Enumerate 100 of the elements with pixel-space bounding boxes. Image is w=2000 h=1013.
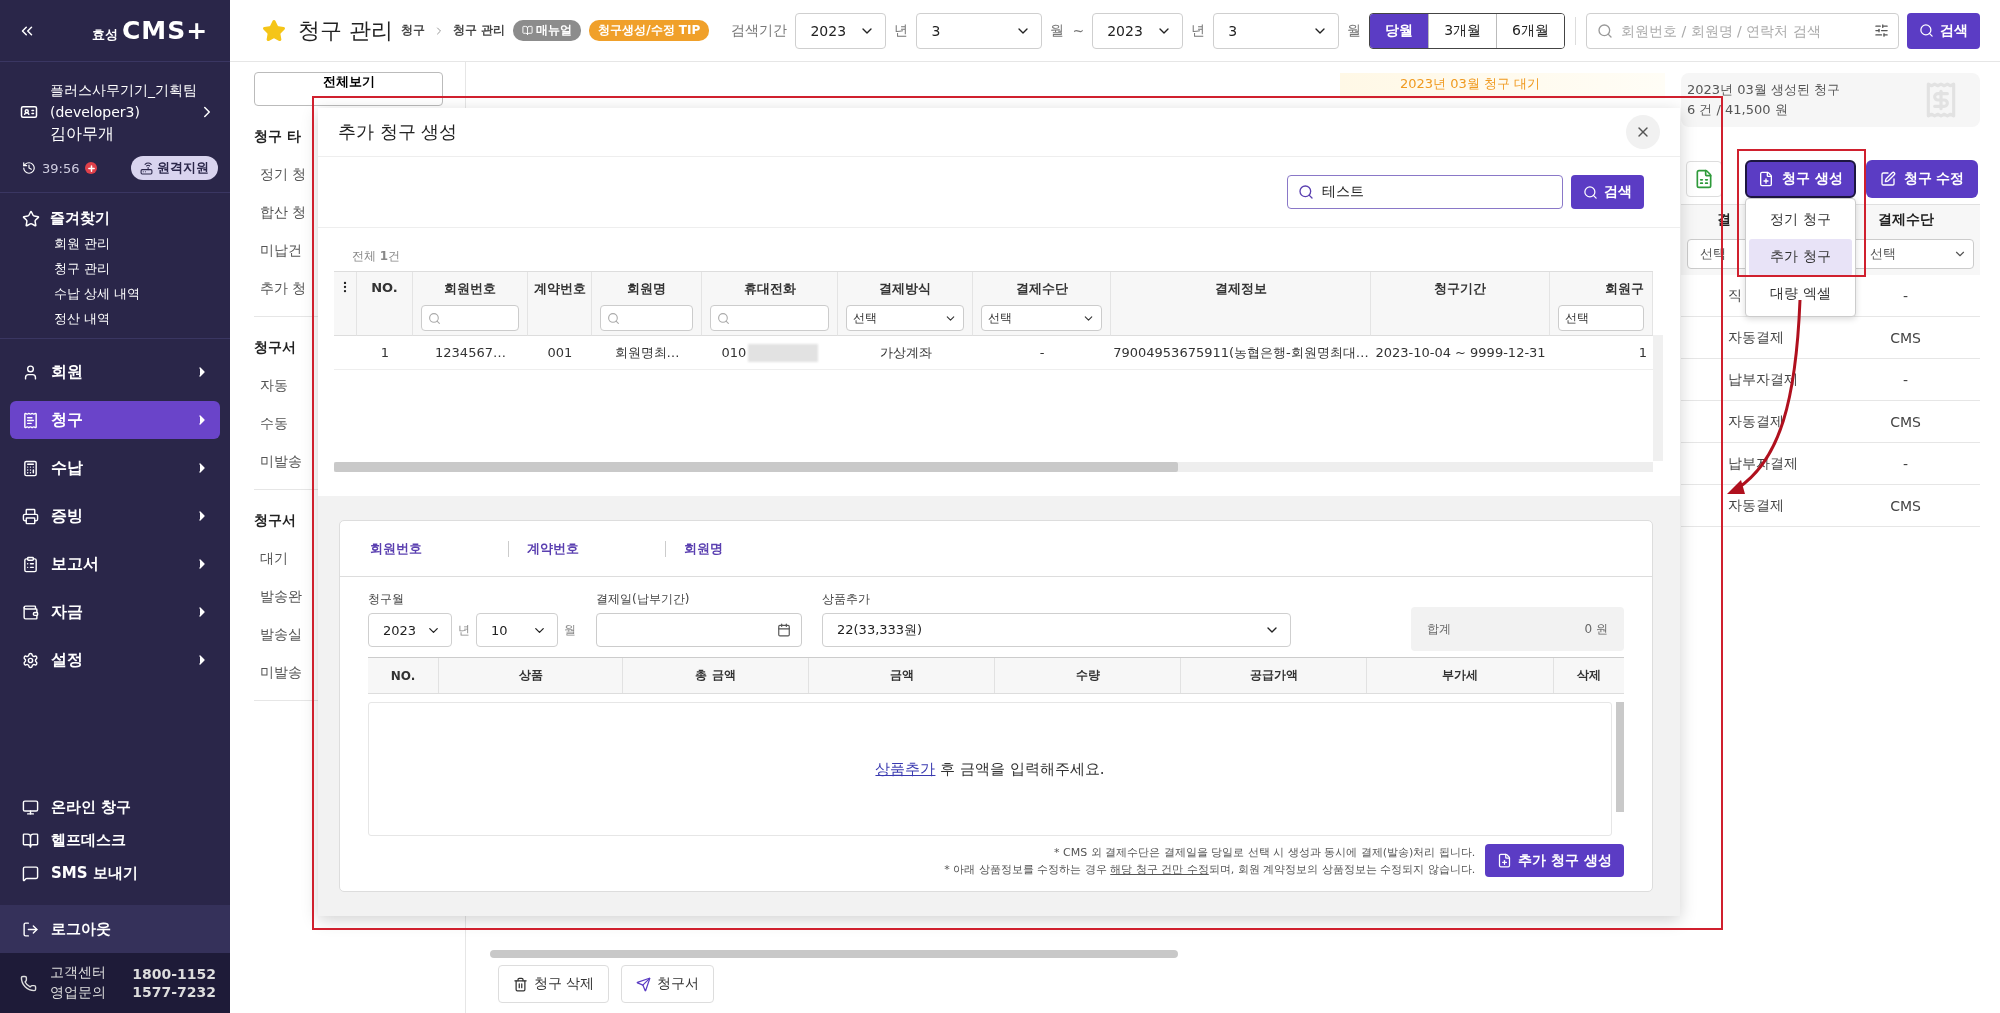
contact-number: 1800-1152: [132, 966, 216, 982]
scrollbar-thumb[interactable]: [490, 950, 1178, 958]
column-header: 금액: [809, 658, 995, 693]
column-title: 회원구: [1605, 280, 1644, 298]
menu-item[interactable]: 추가 청구: [1749, 238, 1852, 276]
nav-item[interactable]: 보고서: [10, 545, 220, 583]
sliders-icon[interactable]: [1874, 23, 1889, 38]
table-cell: CMS: [1831, 485, 1980, 527]
nav-item[interactable]: 회원: [10, 353, 220, 391]
filter-option[interactable]: 미발송: [260, 453, 302, 471]
user-name: 김아무개: [50, 124, 115, 144]
close-button[interactable]: [1626, 115, 1660, 150]
create-bill-button[interactable]: 추가 청구 생성: [1485, 844, 1624, 877]
scrollbar[interactable]: [1616, 702, 1624, 812]
filter-option[interactable]: 정기 청: [260, 166, 307, 184]
history-icon: [22, 161, 36, 175]
date-field[interactable]: [596, 613, 802, 647]
filter-option[interactable]: 미발송: [260, 664, 302, 682]
monitor-icon: [22, 799, 39, 816]
range-tab[interactable]: 당월: [1370, 13, 1429, 48]
book-icon: [522, 25, 534, 36]
unit-label: 월: [1347, 21, 1362, 40]
filter-field[interactable]: [710, 305, 829, 331]
sidebar-link[interactable]: 온라인 창구: [22, 798, 218, 817]
printer-icon: [22, 507, 39, 525]
table-cell: 010: [702, 336, 838, 370]
table-cell: 79004953675911(농협은행-회원명최대…: [1111, 336, 1371, 370]
filter-option[interactable]: 추가 청: [260, 280, 307, 298]
filter-option[interactable]: 자동: [260, 377, 288, 395]
create-button[interactable]: 청구 생성: [1745, 159, 1856, 198]
star-icon[interactable]: [262, 18, 286, 43]
search-icon: [428, 311, 441, 325]
search-button[interactable]: 검색: [1571, 175, 1644, 210]
year-select[interactable]: 2023: [1092, 12, 1184, 49]
summary-title: 2023년 03월 생성된 청구: [1687, 81, 1841, 99]
column-header: 수량: [995, 658, 1181, 693]
sidebar-link[interactable]: SMS 보내기: [22, 864, 218, 883]
search-button[interactable]: 검색: [1907, 12, 1980, 49]
favorite-link[interactable]: 회원 관리: [22, 234, 218, 253]
filter-select[interactable]: 선택: [981, 305, 1102, 331]
clipboard-icon: [22, 555, 39, 573]
logout-button[interactable]: 로그아웃: [0, 905, 230, 953]
logo-prefix: 효성: [92, 26, 118, 44]
year-select[interactable]: 2023: [795, 12, 887, 49]
filter-field[interactable]: [421, 305, 519, 331]
range-tab[interactable]: 6개월: [1496, 13, 1564, 48]
logout-icon: [22, 920, 39, 938]
product-select[interactable]: 22(33,333원): [822, 613, 1291, 647]
filter-option[interactable]: 수동: [260, 415, 288, 433]
excel-button[interactable]: [1686, 160, 1722, 197]
delete-button[interactable]: 청구 삭제: [498, 965, 610, 1003]
table-cell: 가상계좌: [838, 336, 973, 370]
nav-item[interactable]: 설정: [10, 641, 220, 679]
scrollbar-thumb[interactable]: [334, 462, 1179, 472]
router-icon: [140, 161, 153, 175]
filter-option[interactable]: 발송완: [260, 588, 302, 606]
column-header: 부가세: [1367, 658, 1554, 693]
nav-item[interactable]: 자금: [10, 593, 220, 631]
search-field[interactable]: 테스트: [1287, 175, 1563, 210]
filter-option[interactable]: 합산 청: [260, 204, 307, 222]
nav-item[interactable]: 증빙: [10, 497, 220, 535]
session-timer: 39:56: [42, 160, 80, 176]
view-all-button[interactable]: 전체보기: [254, 72, 443, 106]
favorite-link[interactable]: 정산 내역: [22, 309, 218, 328]
search-field[interactable]: 회원번호 / 회원명 / 연락처 검색: [1586, 12, 1899, 49]
unit-label: 년: [1191, 21, 1206, 40]
favorite-link[interactable]: 청구 관리: [22, 259, 218, 278]
month-select[interactable]: 3: [916, 12, 1043, 49]
contact-number: 1577-7232: [132, 984, 216, 1000]
invoice-button[interactable]: 청구서: [621, 965, 715, 1003]
filter-select[interactable]: 선택: [1558, 305, 1644, 331]
file-plus-icon: [1758, 170, 1775, 187]
breadcrumb-item: 청구: [401, 22, 425, 39]
scrollbar[interactable]: [1653, 335, 1663, 461]
id-card-icon: [20, 103, 38, 121]
nav-item[interactable]: 청구: [10, 401, 220, 439]
column-title: 결제수단: [1015, 280, 1068, 298]
table-cell: CMS: [1831, 401, 1980, 443]
edit-button[interactable]: 청구 수정: [1866, 159, 1978, 198]
filter-group-title: 청구서: [254, 512, 296, 530]
pen-icon: [1879, 170, 1896, 187]
filter-option[interactable]: 발송실: [260, 626, 302, 644]
column-header: 상품: [439, 658, 623, 693]
sidebar-link[interactable]: 헬프데스크: [22, 831, 218, 850]
column-title: NO.: [371, 280, 398, 295]
filter-option[interactable]: 미납건: [260, 242, 302, 260]
month-select[interactable]: 3: [1213, 12, 1340, 49]
favorite-link[interactable]: 수납 상세 내역: [22, 284, 218, 303]
info-label: 회원번호: [370, 539, 423, 558]
month-select[interactable]: 10: [476, 613, 558, 647]
extend-time-button[interactable]: [85, 162, 98, 174]
unit-label: 년: [458, 621, 470, 639]
filter-field[interactable]: [600, 305, 693, 331]
column-header: NO.: [368, 658, 439, 693]
remote-support-button[interactable]: 원격지원: [131, 156, 218, 180]
filter-select[interactable]: 선택: [846, 305, 964, 331]
nav-item[interactable]: 수납: [10, 449, 220, 487]
year-select[interactable]: 2023: [368, 613, 452, 647]
add-product-link[interactable]: 상품추가: [875, 759, 936, 778]
filter-option[interactable]: 대기: [260, 550, 288, 568]
